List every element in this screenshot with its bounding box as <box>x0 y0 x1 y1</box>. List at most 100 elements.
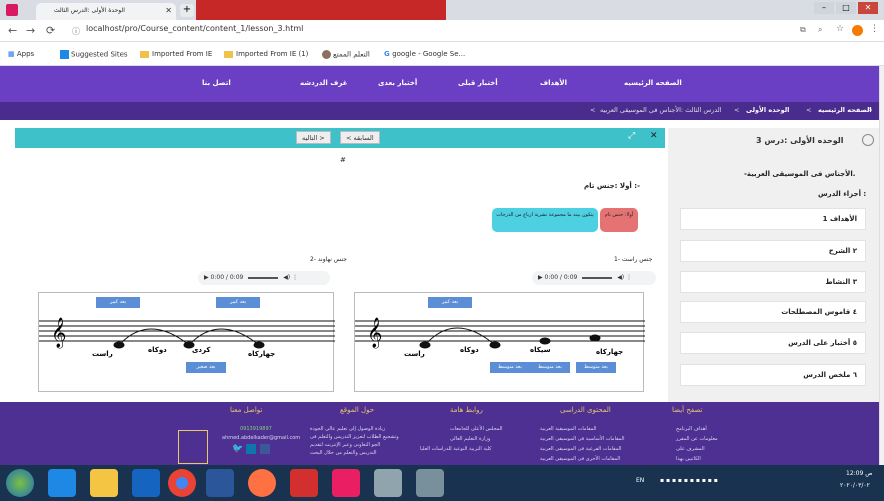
app-menu-icon[interactable] <box>6 4 18 16</box>
profile-avatar[interactable] <box>852 25 863 36</box>
reload-icon[interactable]: ⟳ <box>46 24 55 37</box>
breadcrumb-unit[interactable]: الوحده الأولى <box>746 106 789 114</box>
ie-icon[interactable] <box>48 469 76 497</box>
footer-col5-title: تواصل معنا <box>230 406 263 414</box>
translate-icon[interactable]: ⧉ <box>800 25 806 35</box>
facebook-icon[interactable] <box>260 444 270 454</box>
sidebar-item-explanation[interactable]: ٢ الشرح <box>680 240 866 262</box>
note-name: جهاركاه <box>248 350 276 358</box>
audio-menu-icon[interactable]: ⋮ <box>292 274 298 281</box>
zoom-icon[interactable]: ⌕ <box>818 25 822 35</box>
word-icon[interactable] <box>206 469 234 497</box>
bookmark-suggested[interactable]: Suggested Sites <box>60 50 128 59</box>
sidebar-item-glossary[interactable]: ٤ قاموس المصطلحات <box>680 301 866 323</box>
tray-icons[interactable]: ▪ ▪ ▪ ▪ ▪ ▪ ▪ ▪ ▪ ▪ <box>660 477 718 484</box>
audio-progress[interactable] <box>248 276 279 279</box>
bookmark-fun-learning[interactable]: التعلم الممتع <box>322 50 370 59</box>
linkedin-icon[interactable] <box>246 444 256 454</box>
footer-link[interactable]: كلية التربية النوعية للدراسات العليا <box>420 446 492 452</box>
footer-link[interactable]: المشرف على <box>676 446 705 452</box>
staff-rast: 𝄞 <box>354 292 645 392</box>
volume-icon[interactable]: ◀) <box>617 274 624 281</box>
label-small-step: بعد صغير <box>186 362 226 373</box>
footer-col2-title: المحتوى الدراسى <box>560 406 611 414</box>
footer-link[interactable]: المقامات الفرعية فى الموسيقى العربية <box>540 446 622 452</box>
app-icon[interactable] <box>416 469 444 497</box>
contact-email[interactable]: ahmed.abdelkader@gmail.com <box>222 435 300 441</box>
previous-button[interactable]: < السابقه <box>340 131 380 144</box>
expand-icon[interactable]: ⤢ <box>628 131 635 141</box>
language-indicator[interactable]: EN <box>636 477 644 484</box>
volume-icon[interactable]: ◀) <box>283 274 290 281</box>
nav-posttest[interactable]: أختبار بعدى <box>378 79 417 87</box>
bookmark-imported-ie-1[interactable]: Imported From IE (1) <box>224 50 308 58</box>
firefox-icon[interactable] <box>248 469 276 497</box>
close-tab-icon[interactable]: ✕ <box>165 6 172 15</box>
audio-player-rast[interactable]: ▶ 0:00 / 0:09 ◀) ⋮ <box>532 271 656 285</box>
svg-text:𝄞: 𝄞 <box>367 317 382 349</box>
bookmark-google[interactable]: G google - Google Se... <box>384 50 465 58</box>
explorer-icon[interactable] <box>90 469 118 497</box>
clock-time[interactable]: 12:09 ص <box>846 470 872 477</box>
definition-term[interactable]: أولا: جنس تام <box>600 208 638 232</box>
about-text: وتشجيع الطلاب لتعزيز التدريس والتعلم فى <box>310 434 399 440</box>
chevron-icon: < <box>806 106 812 114</box>
footer-link[interactable]: المجلس الأعلى للجامعات <box>450 426 503 432</box>
footer-link[interactable]: المقامات الأخرى فى الموسيقى العربية <box>540 456 620 462</box>
info-icon[interactable]: ⓘ <box>72 26 80 37</box>
page-scrollbar[interactable] <box>879 66 884 465</box>
chrome-icon[interactable] <box>168 469 196 497</box>
browser-tab[interactable]: الوحدة الأولى :الدرس الثالث ✕ <box>36 3 176 20</box>
sidebar-item-summary[interactable]: ٦ ملخص الدرس <box>680 364 866 386</box>
hash-mark: # <box>340 156 346 164</box>
footer-link[interactable]: معلومات عن المقرر <box>676 436 718 442</box>
audio-progress[interactable] <box>582 276 613 279</box>
sidebar-item-activity[interactable]: ٣ النشاط <box>680 271 866 293</box>
nav-home[interactable]: الصفحه الرئيسيه <box>624 79 682 87</box>
close-icon[interactable]: ✕ <box>650 131 658 141</box>
forward-icon[interactable]: → <box>26 24 35 37</box>
audio-menu-icon[interactable]: ⋮ <box>626 274 632 281</box>
back-icon[interactable]: ← <box>8 24 17 37</box>
twitter-icon[interactable]: 🐦 <box>232 444 243 454</box>
footer-logo <box>178 430 208 464</box>
start-icon[interactable] <box>6 469 34 497</box>
media-icon[interactable] <box>132 469 160 497</box>
new-tab-button[interactable]: + <box>180 4 194 17</box>
breadcrumb-lesson: الدرس الثالث :الأجناس فى الموسيقى العربي… <box>600 106 722 114</box>
app-icon[interactable] <box>332 469 360 497</box>
nav-pretest[interactable]: أختبار قبلى <box>458 79 498 87</box>
label-medium-step: بعد متوسط <box>576 362 616 373</box>
app-icon[interactable] <box>374 469 402 497</box>
bookmark-apps[interactable]: ▦ Apps <box>8 50 34 58</box>
play-icon[interactable]: ▶ <box>204 274 209 281</box>
nav-contact[interactable]: اتصل بنا <box>202 79 231 87</box>
footer-link[interactable]: المقامات الأساسية فى الموسيقى العربية <box>540 436 624 442</box>
sidebar-item-objectives[interactable]: 1 الأهداف <box>680 208 866 230</box>
staff-drawing: 𝄞 <box>39 317 335 349</box>
pdf-icon[interactable] <box>290 469 318 497</box>
close-window-icon[interactable]: ✕ <box>858 2 878 14</box>
nav-chat-rooms[interactable]: غرف الدردشه <box>300 79 348 87</box>
clock-date[interactable]: ٢٠٢٠/٠٣/٠٢ <box>840 482 870 489</box>
footer-link[interactable]: وزارة التعليم العالى <box>450 436 490 442</box>
minimize-icon[interactable]: – <box>814 2 834 14</box>
footer-link[interactable]: أهداف البرنامج <box>676 426 707 432</box>
star-icon[interactable]: ☆ <box>836 24 844 34</box>
footer-link[interactable]: المقامات الموسيقية العربية <box>540 426 596 432</box>
sidebar-item-quiz[interactable]: ٥ أختبار على الدرس <box>680 332 866 354</box>
breadcrumb-home[interactable]: الصفحه الرئيسيه <box>818 106 872 114</box>
play-icon[interactable]: ▶ <box>538 274 543 281</box>
next-button[interactable]: التاليه > <box>296 131 331 144</box>
address-bar[interactable]: localhost/pro/Course_content/content_1/l… <box>86 24 303 33</box>
staff-drawing: 𝄞 <box>355 317 645 349</box>
audio-player-nahawand[interactable]: ▶ 0:00 / 0:09 ◀) ⋮ <box>198 271 330 285</box>
menu-dots-icon[interactable]: ⋮ <box>870 24 879 34</box>
sidebar-subtitle: -الأجناس فى الموسيقى العربية. <box>744 170 856 178</box>
maximize-icon[interactable]: □ <box>836 2 856 14</box>
nav-objectives[interactable]: الأهداف <box>540 79 567 87</box>
chevron-icon: < <box>590 106 596 114</box>
bookmark-imported-ie[interactable]: Imported From IE <box>140 50 212 58</box>
footer-link[interactable]: الكاتبين بهذا <box>676 456 701 462</box>
about-text: زيادة الوصول إلى تعليم عالى الجودة <box>310 426 386 432</box>
